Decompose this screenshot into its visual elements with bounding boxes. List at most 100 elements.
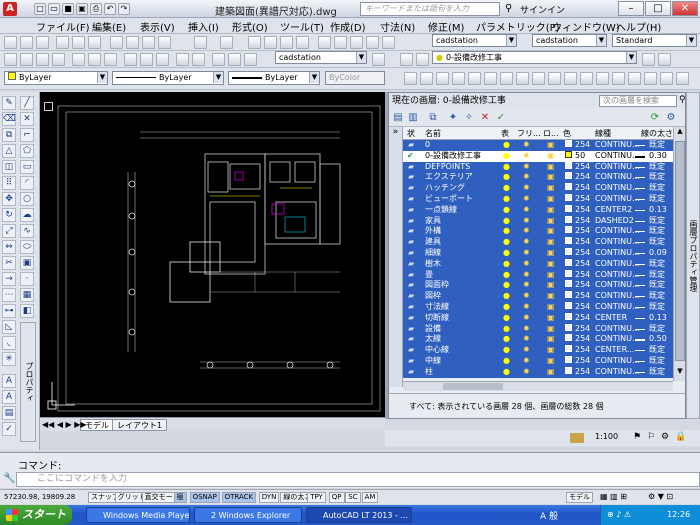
copy-object-icon[interactable]: ⧉ bbox=[2, 128, 16, 142]
sun-icon[interactable]: ✹ bbox=[523, 302, 530, 312]
layer-name[interactable]: ビューポート bbox=[425, 194, 473, 204]
layer-color[interactable]: 50 bbox=[575, 151, 585, 161]
arc-draw-icon[interactable]: ◜ bbox=[20, 176, 34, 190]
mleader-style-combo[interactable]: cadstation ▼ bbox=[275, 51, 367, 64]
color-swatch-icon[interactable] bbox=[565, 312, 572, 320]
sun-icon[interactable]: ✹ bbox=[523, 183, 530, 193]
menu-modify[interactable]: 修正(M) bbox=[428, 19, 464, 34]
col-name[interactable]: 名前 bbox=[425, 128, 441, 139]
sun-icon[interactable]: ✹ bbox=[523, 324, 530, 334]
layer-lineweight[interactable]: 既定 bbox=[649, 291, 665, 301]
layer-combo[interactable]: ● 0-設備改修工事 ▼ bbox=[432, 51, 637, 64]
toggle-4[interactable]: OSNAP bbox=[189, 492, 220, 503]
layer-color[interactable]: 254 bbox=[575, 302, 590, 312]
layer-color[interactable]: 254 bbox=[575, 334, 590, 344]
sign-in-link[interactable]: サインイン bbox=[520, 3, 565, 16]
menu-help[interactable]: ヘルプ(H) bbox=[616, 19, 661, 34]
lightbulb-icon[interactable]: ● bbox=[503, 259, 510, 269]
layer-linetype[interactable]: CONTINU... bbox=[595, 270, 640, 280]
layer-lineweight[interactable]: 既定 bbox=[649, 194, 665, 204]
layer-row[interactable]: ▰ 中線 ● ✹ ▣ 254 CONTINU... 既定 bbox=[403, 356, 673, 367]
layer-color[interactable]: 254 bbox=[575, 183, 590, 193]
col-on[interactable]: 表 bbox=[501, 128, 509, 139]
layer-lineweight[interactable]: 0.09 bbox=[649, 248, 667, 258]
menu-dimension[interactable]: 寸法(N) bbox=[380, 19, 415, 34]
redo-icon[interactable] bbox=[220, 36, 233, 49]
lightbulb-icon[interactable]: ● bbox=[503, 334, 510, 344]
linetype-combo[interactable]: ByLayer ▼ bbox=[112, 71, 224, 85]
tool-palettes-icon[interactable] bbox=[350, 36, 363, 49]
point-icon[interactable]: · bbox=[20, 272, 34, 286]
color-swatch-icon[interactable] bbox=[565, 248, 572, 255]
delete-layer-icon[interactable]: ✕ bbox=[479, 112, 491, 124]
design-center-icon[interactable] bbox=[334, 36, 347, 49]
layer-linetype[interactable]: CENTER2 bbox=[595, 205, 632, 215]
layer-name[interactable]: 一点鎖線 bbox=[425, 205, 457, 215]
revision-cloud-icon[interactable]: ☁ bbox=[20, 208, 34, 222]
erase-icon[interactable]: ⌫ bbox=[2, 112, 16, 126]
layer-color[interactable]: 254 bbox=[575, 216, 590, 226]
color-swatch-icon[interactable] bbox=[565, 140, 572, 147]
dim-update-icon[interactable] bbox=[244, 53, 257, 66]
polygon-icon[interactable]: ⬠ bbox=[20, 144, 34, 158]
ray-icon[interactable] bbox=[452, 72, 465, 85]
layer-row[interactable]: ▰ ビューポート ● ✹ ▣ 254 CONTINU... 既定 bbox=[403, 194, 673, 205]
layer-name[interactable]: ハッチング bbox=[425, 183, 465, 193]
chamfer-tool-icon[interactable]: ◺ bbox=[2, 320, 16, 334]
layer-properties-icon[interactable] bbox=[400, 53, 413, 66]
layer-name[interactable]: 柱 bbox=[425, 367, 433, 377]
open-icon[interactable] bbox=[20, 36, 33, 49]
paint-brush-icon[interactable]: ✎ bbox=[2, 96, 16, 110]
mtext-icon[interactable]: A bbox=[2, 390, 16, 404]
calculator-icon[interactable] bbox=[366, 36, 379, 49]
linear-dim-icon[interactable] bbox=[4, 53, 17, 66]
layer-states-icon[interactable]: ⧉ bbox=[427, 112, 439, 124]
layer-lineweight[interactable]: 既定 bbox=[649, 162, 665, 172]
open-icon[interactable]: ▭ bbox=[48, 3, 60, 15]
col-linetype[interactable]: 線種 bbox=[595, 128, 611, 139]
lock-icon[interactable]: ▣ bbox=[547, 151, 555, 161]
menu-edit[interactable]: 編集(E) bbox=[92, 19, 126, 34]
lock-icon[interactable]: ▣ bbox=[547, 162, 555, 172]
layer-linetype[interactable]: CONTINU... bbox=[595, 183, 640, 193]
color-swatch-icon[interactable] bbox=[565, 258, 572, 266]
layer-row[interactable]: ▰ 樹木 ● ✹ ▣ 254 CONTINU... 既定 bbox=[403, 258, 673, 270]
clock[interactable]: 12:26 bbox=[667, 510, 690, 519]
annotation-scale-icon[interactable]: ⚙ ▼ ⊡ bbox=[648, 492, 673, 501]
refresh-icon[interactable]: ⟳ bbox=[649, 112, 661, 124]
layer-color[interactable]: 254 bbox=[575, 205, 590, 215]
layer-row[interactable]: ▰ 切断線 ● ✹ ▣ 254 CENTER 0.13 bbox=[403, 312, 673, 324]
search-icon[interactable]: ⚲ bbox=[505, 3, 512, 14]
spline-draw-icon[interactable]: ∿ bbox=[20, 224, 34, 238]
close-button[interactable]: ✕ bbox=[672, 1, 698, 16]
layer-name[interactable]: 外構 bbox=[425, 226, 441, 236]
layer-row[interactable]: ▰ ハッチング ● ✹ ▣ 254 CONTINU... 既定 bbox=[403, 183, 673, 194]
node-icon[interactable] bbox=[420, 72, 433, 85]
layer-linetype[interactable]: CONTINU... bbox=[595, 367, 640, 377]
lightbulb-icon[interactable]: ● bbox=[503, 183, 510, 193]
menu-draw[interactable]: 作成(D) bbox=[330, 19, 366, 34]
layer-lineweight[interactable]: 0.50 bbox=[649, 334, 667, 344]
polyline-icon[interactable] bbox=[404, 72, 417, 85]
layer-lineweight[interactable]: 既定 bbox=[649, 280, 665, 290]
layer-name[interactable]: 0 bbox=[425, 140, 430, 150]
angular-dim-icon[interactable] bbox=[104, 53, 117, 66]
lightbulb-icon[interactable]: ● bbox=[503, 194, 510, 204]
task-explorer[interactable]: 2 Windows Explorer bbox=[194, 507, 302, 523]
lock-icon[interactable]: ▣ bbox=[547, 313, 555, 323]
layer-linetype[interactable]: CENTER bbox=[595, 313, 627, 323]
lightbulb-icon[interactable]: ● bbox=[503, 205, 510, 215]
layer-linetype[interactable]: CONTINU... bbox=[595, 259, 640, 269]
print-icon[interactable]: ⎙ bbox=[90, 3, 102, 15]
layer-name[interactable]: 切断線 bbox=[425, 313, 449, 323]
layer-color[interactable]: 254 bbox=[575, 248, 590, 258]
color-swatch-icon[interactable] bbox=[565, 150, 572, 158]
lock-icon[interactable]: ▣ bbox=[547, 216, 555, 226]
layer-name[interactable]: 設備 bbox=[425, 324, 441, 334]
lock-icon[interactable]: ▣ bbox=[547, 172, 555, 182]
new-layer-icon[interactable]: ✦ bbox=[447, 112, 459, 124]
layer-color[interactable]: 254 bbox=[575, 172, 590, 182]
dim-edit-icon[interactable] bbox=[212, 53, 225, 66]
lock-icon[interactable]: ▣ bbox=[547, 205, 555, 215]
set-current-icon[interactable]: ✓ bbox=[495, 112, 507, 124]
